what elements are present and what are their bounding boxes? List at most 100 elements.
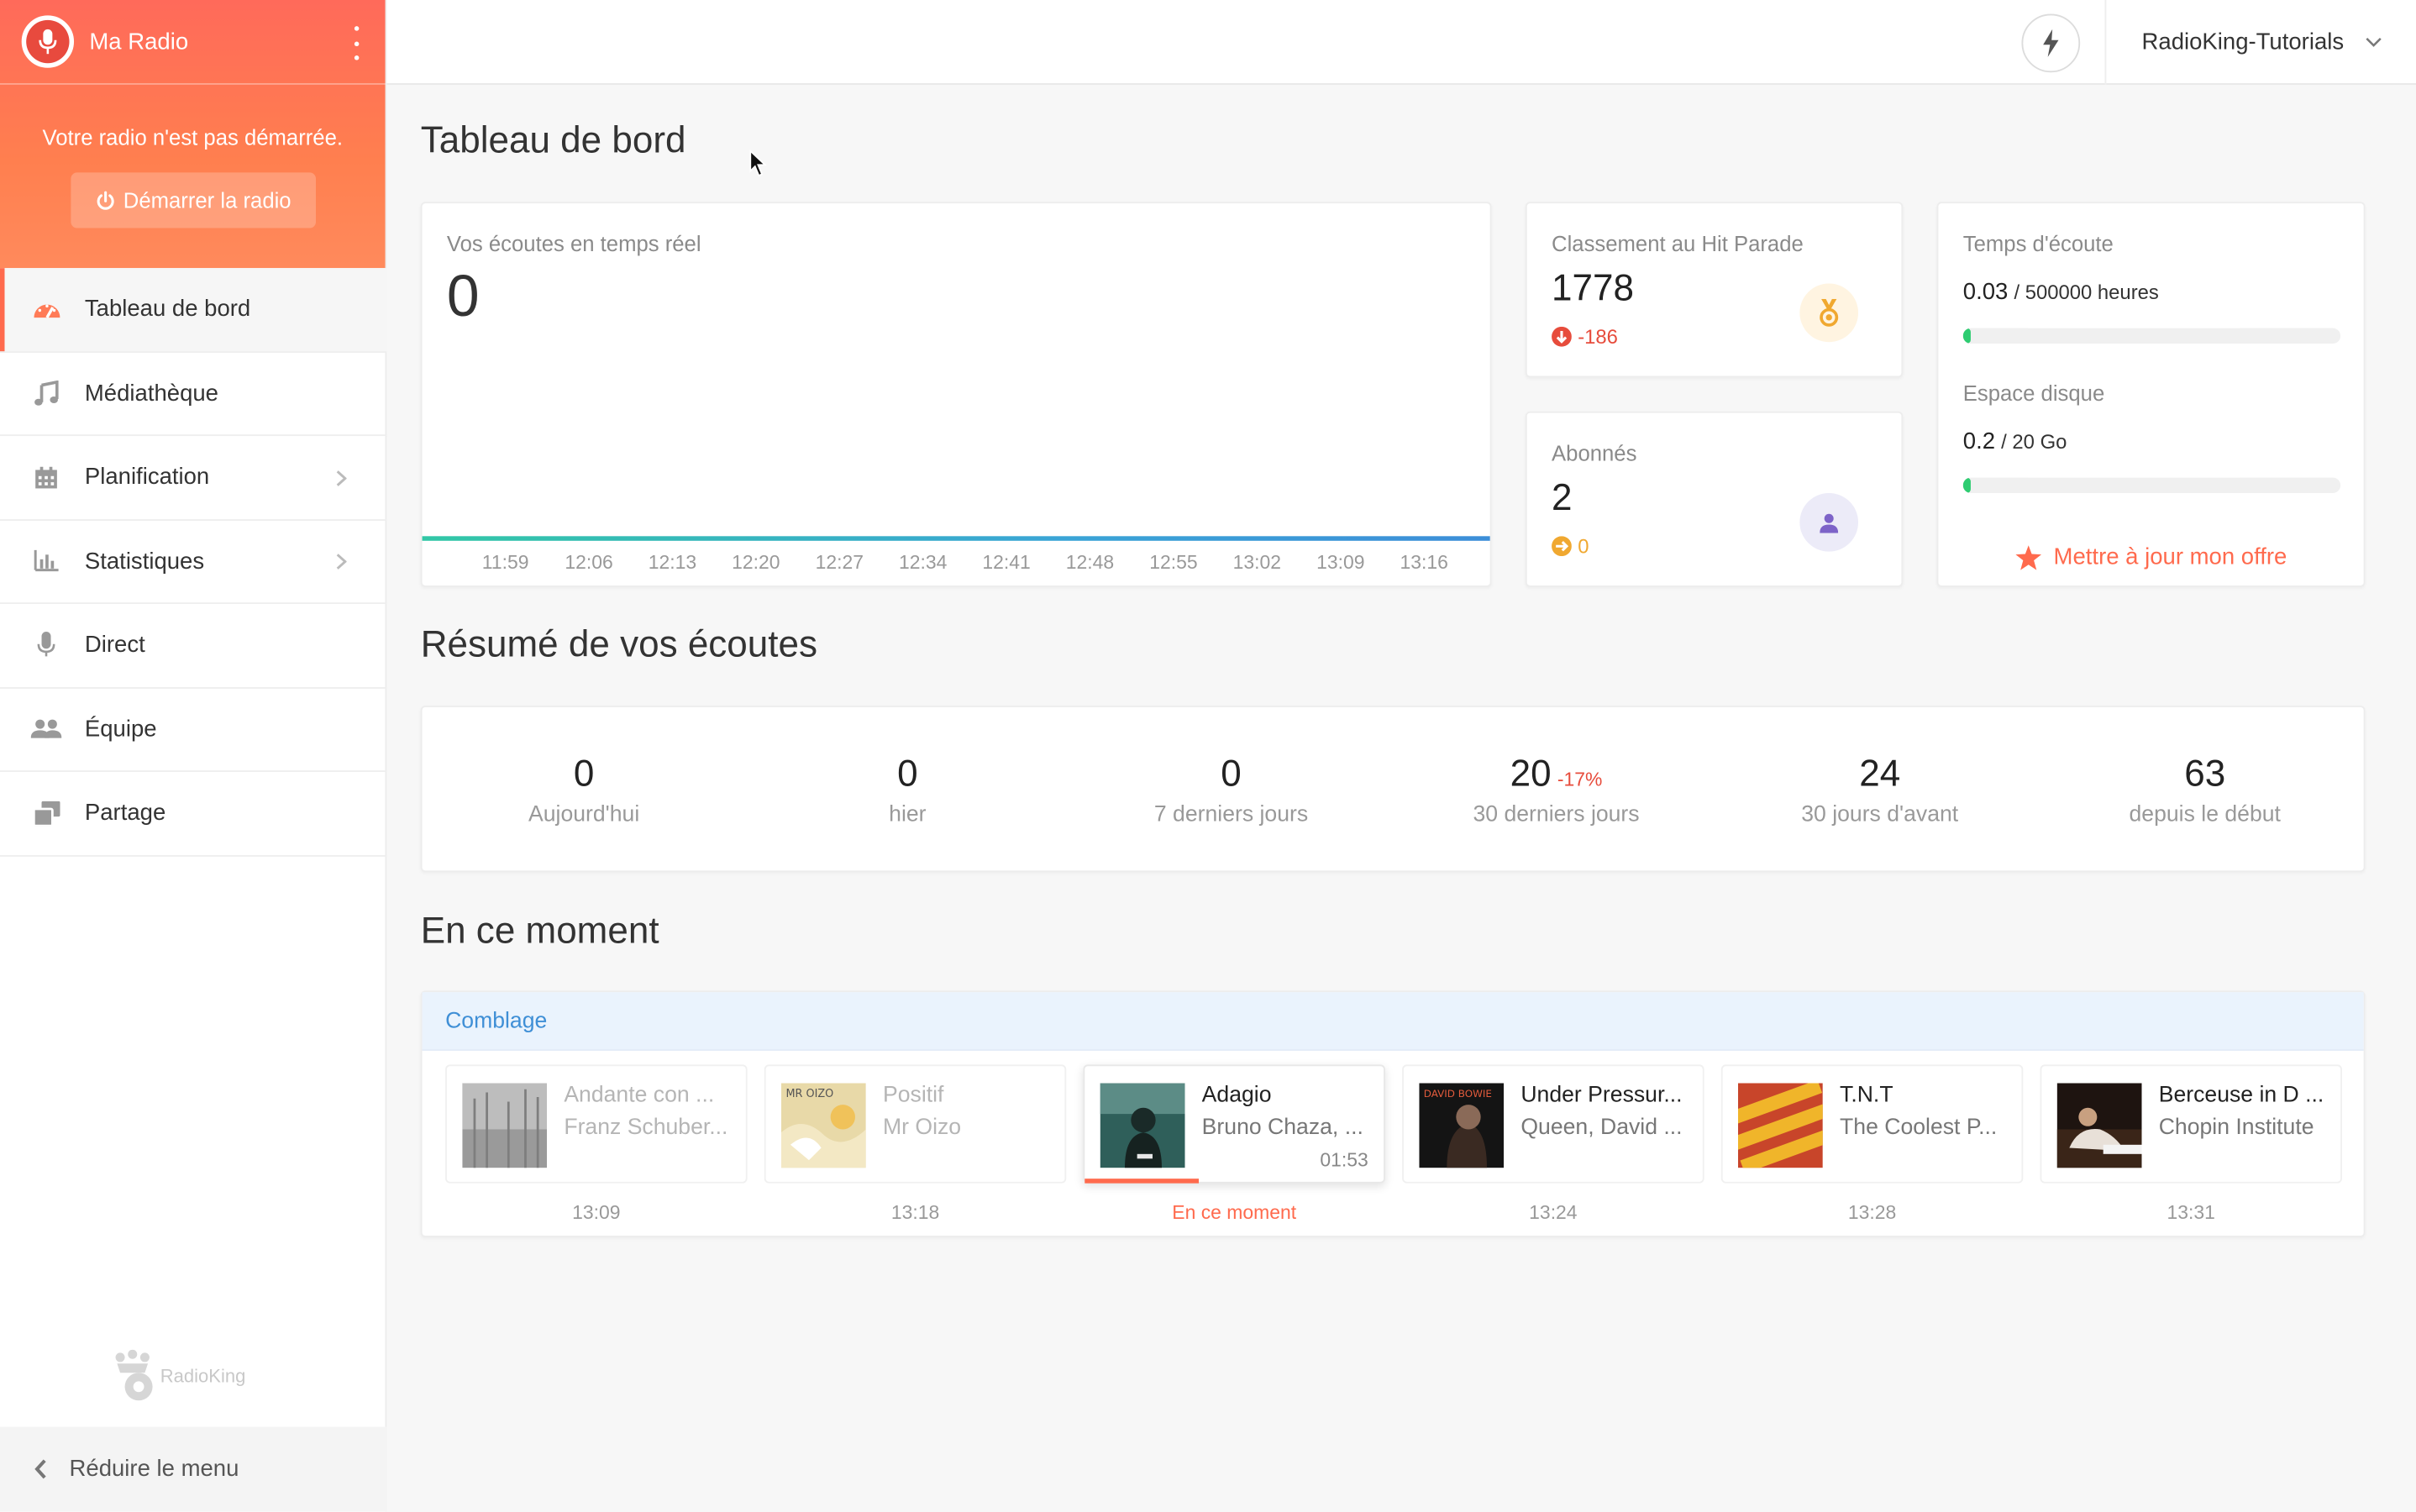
mouse-cursor-icon xyxy=(749,149,767,177)
track-title: T.N.T xyxy=(1840,1083,1893,1108)
star-icon xyxy=(2014,544,2041,570)
disk-space-used: 0.2 xyxy=(1962,428,1996,455)
album-cover: DAVID BOWIE xyxy=(1419,1083,1505,1168)
sidebar-item-label: Statistiques xyxy=(84,548,205,575)
quick-actions-button[interactable] xyxy=(2021,13,2081,73)
track-card[interactable]: MR OIZO Positif Mr Oizo xyxy=(764,1064,1067,1184)
hit-parade-delta-value: -186 xyxy=(1578,325,1618,349)
header-divider xyxy=(0,83,386,85)
track-item-current: Adagio Bruno Chaza, ... 01:53 En ce mome… xyxy=(1083,1064,1385,1223)
sidebar-item-statistics[interactable]: Statistiques xyxy=(0,520,387,605)
realtime-chart-axis: 11:59 12:06 12:13 12:20 12:27 12:34 12:41 12:48… xyxy=(423,552,1494,576)
track-time-now: En ce moment xyxy=(1172,1201,1297,1224)
arrow-right-circle-icon xyxy=(1552,536,1572,557)
sidebar-header: Ma Radio Votre radio n'est pas démarrée.… xyxy=(0,0,386,269)
album-cover xyxy=(1100,1083,1185,1168)
realtime-chart-line xyxy=(422,536,1490,541)
track-duration: 01:53 xyxy=(1320,1149,1368,1171)
track-title: Under Pressur... xyxy=(1521,1083,1683,1108)
arrow-down-circle-icon xyxy=(1552,326,1572,347)
power-icon xyxy=(97,190,114,209)
start-radio-label: Démarrer la radio xyxy=(123,187,291,213)
track-card[interactable]: T.N.T The Coolest P... xyxy=(1720,1064,2024,1184)
summary-last-30-days: 20 -17% 30 derniers jours xyxy=(1394,753,1718,827)
track-title: Andante con ... xyxy=(564,1083,715,1108)
account-dropdown[interactable]: RadioKing-Tutorials xyxy=(2142,0,2382,85)
summary-delta: -17% xyxy=(1557,769,1603,790)
usage-card: Temps d'écoute 0.03 / 500000 heures Espa… xyxy=(1936,202,2366,587)
summary-yesterday: 0 hier xyxy=(746,753,1069,827)
sidebar-item-scheduling[interactable]: Planification xyxy=(0,436,387,521)
album-cover-text: DAVID BOWIE xyxy=(1424,1088,1492,1100)
realtime-listeners-card: Vos écoutes en temps réel 0 11:59 12:06 12… xyxy=(420,202,1494,587)
album-cover xyxy=(2056,1083,2142,1168)
now-playing-card: Comblage Andante con ... Franz Schuber..… xyxy=(420,990,2366,1237)
album-cover xyxy=(462,1083,548,1168)
start-radio-button[interactable]: Démarrer la radio xyxy=(71,172,317,228)
chart-x-tick: 13:09 xyxy=(1316,551,1365,574)
lightning-bolt-icon xyxy=(2043,29,2059,57)
summary-value: 0 xyxy=(573,753,595,795)
radioking-logo-text: RadioKing xyxy=(160,1365,246,1387)
collapse-menu-button[interactable]: Réduire le menu xyxy=(0,1426,387,1512)
disk-space-quota: / 20 Go xyxy=(2001,429,2067,454)
summary-label: hier xyxy=(889,802,927,827)
summary-since-start: 63 depuis le début xyxy=(2043,753,2366,827)
radio-brand[interactable]: Ma Radio xyxy=(21,15,188,68)
subscribers-delta: 0 xyxy=(1552,534,1589,558)
disk-space-value: 0.2 / 20 Go xyxy=(1963,428,2067,454)
chart-x-tick: 12:13 xyxy=(648,551,697,574)
disk-space-label: Espace disque xyxy=(1962,381,2105,406)
sidebar-item-dashboard[interactable]: Tableau de bord xyxy=(0,268,387,353)
medal-icon xyxy=(1799,283,1859,343)
sidebar-item-live[interactable]: Direct xyxy=(0,604,387,688)
sidebar-item-share[interactable]: Partage xyxy=(0,772,387,856)
track-card[interactable]: Andante con ... Franz Schuber... xyxy=(445,1064,748,1184)
listening-time-value: 0.03 / 500000 heures xyxy=(1963,279,2159,305)
topbar-divider xyxy=(2104,0,2107,85)
track-title: Berceuse in D ... xyxy=(2158,1083,2324,1108)
music-note-icon xyxy=(31,378,62,409)
subscribers-delta-value: 0 xyxy=(1578,534,1589,558)
sidebar-nav: Tableau de bord Médiathèque Planificatio… xyxy=(0,268,387,856)
microphone-icon xyxy=(31,630,62,661)
sidebar: Ma Radio Votre radio n'est pas démarrée.… xyxy=(0,0,387,1512)
chart-x-tick: 13:16 xyxy=(1400,551,1448,574)
track-card[interactable]: Berceuse in D ... Chopin Institute xyxy=(2040,1064,2342,1184)
chart-x-tick: 12:06 xyxy=(565,551,613,574)
track-artist: Bruno Chaza, ... xyxy=(1201,1115,1363,1141)
track-item: DAVID BOWIE Under Pressur... Queen, Davi… xyxy=(1402,1064,1704,1223)
track-artist: Mr Oizo xyxy=(882,1115,962,1141)
track-title: Adagio xyxy=(1201,1083,1272,1108)
summary-previous-30-days: 24 30 jours d'avant xyxy=(1718,753,2041,827)
track-artist: Franz Schuber... xyxy=(564,1115,728,1141)
more-options-icon[interactable] xyxy=(345,26,367,60)
sidebar-item-media-library[interactable]: Médiathèque xyxy=(0,352,387,437)
radioking-logo: RadioKing xyxy=(111,1349,246,1402)
chart-x-tick: 11:59 xyxy=(481,551,529,574)
playlist-name: Comblage xyxy=(445,1008,548,1033)
realtime-listeners-value: 0 xyxy=(446,265,480,330)
hit-parade-label: Classement au Hit Parade xyxy=(1552,231,1804,256)
subscribers-card: Abonnés 2 0 xyxy=(1525,411,1904,587)
track-card[interactable]: DAVID BOWIE Under Pressur... Queen, Davi… xyxy=(1402,1064,1704,1184)
chart-x-tick: 12:55 xyxy=(1149,551,1198,574)
collapse-menu-label: Réduire le menu xyxy=(69,1456,239,1483)
hit-parade-card: Classement au Hit Parade 1778 -186 xyxy=(1525,202,1904,378)
upgrade-offer-link[interactable]: Mettre à jour mon offre xyxy=(1938,543,2363,570)
sidebar-item-team[interactable]: Équipe xyxy=(0,688,387,772)
summary-value: 20 xyxy=(1510,753,1552,795)
album-cover xyxy=(1737,1083,1823,1168)
playlist-header[interactable]: Comblage xyxy=(422,992,2364,1051)
upgrade-offer-label: Mettre à jour mon offre xyxy=(2053,543,2287,570)
radio-status-message: Votre radio n'est pas démarrée. xyxy=(42,124,344,150)
track-time: 13:24 xyxy=(1529,1201,1578,1224)
chart-x-tick: 12:20 xyxy=(732,551,780,574)
chart-x-tick: 13:02 xyxy=(1232,551,1282,574)
hit-parade-value: 1778 xyxy=(1552,268,1634,310)
sidebar-item-label: Tableau de bord xyxy=(84,296,251,323)
sidebar-item-label: Équipe xyxy=(84,716,157,743)
topbar: RadioKing-Tutorials xyxy=(386,0,2416,85)
track-item: Andante con ... Franz Schuber... 13:09 xyxy=(445,1064,748,1223)
track-card[interactable]: Adagio Bruno Chaza, ... 01:53 xyxy=(1083,1064,1385,1184)
